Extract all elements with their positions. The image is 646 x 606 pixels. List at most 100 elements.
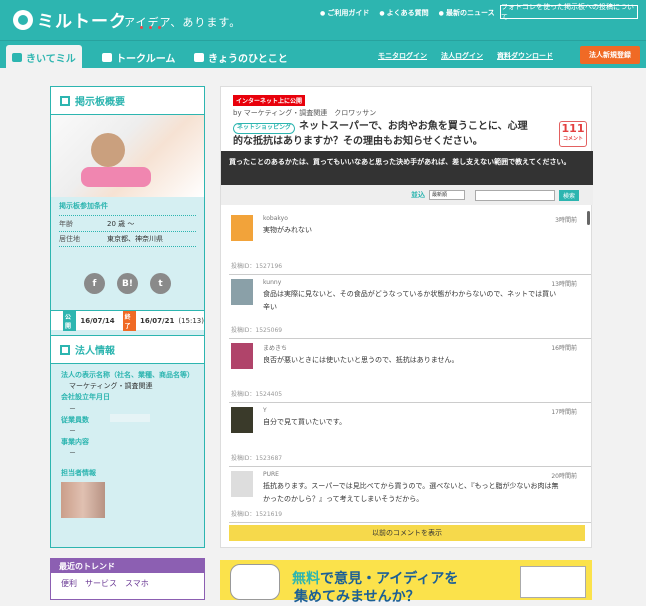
share-buttons: f B! t bbox=[51, 273, 204, 294]
post-header: インターネット上に公開 by マーケティング・調査関連 クロワッサン ネットショ… bbox=[221, 87, 593, 151]
tab-label: トークルーム bbox=[116, 53, 176, 65]
corp-register-button[interactable]: 法人新規登録 bbox=[580, 46, 640, 64]
comment-id: 投稿ID：1523687 bbox=[231, 455, 283, 462]
tab-talkroom[interactable]: トークルーム bbox=[96, 45, 181, 69]
comment-user: kobakyo bbox=[263, 215, 288, 222]
nav-links: モニタログイン 法人ログイン 資料ダウンロード bbox=[378, 51, 553, 61]
facebook-share-icon[interactable]: f bbox=[84, 273, 105, 294]
comment-item: kobakyo 3時間前実物がみれない投稿ID：1527196 bbox=[229, 211, 591, 275]
conditions-title: 掲示板参加条件 bbox=[59, 202, 108, 210]
comment-user: kunny bbox=[263, 279, 282, 286]
logo-text: ミルトーク bbox=[37, 12, 127, 32]
corp-info-heading: 法人情報 bbox=[51, 336, 204, 364]
corp-value: － bbox=[69, 449, 76, 458]
close-badge: 終了 bbox=[122, 310, 136, 331]
download-link[interactable]: 資料ダウンロード bbox=[497, 51, 553, 61]
comment-time: 17時間前 bbox=[551, 409, 577, 416]
trend-tags: 便利 サービス スマホ bbox=[51, 573, 204, 594]
corp-key: 事業内容 bbox=[61, 438, 89, 447]
trend-tag[interactable]: スマホ bbox=[125, 578, 149, 589]
open-date: 16/07/14 bbox=[80, 316, 115, 325]
user-avatar bbox=[231, 343, 253, 369]
promo-line1: 無料で意見・アイディアを bbox=[292, 568, 458, 588]
tab-label: きょうのひとこと bbox=[208, 53, 288, 65]
comment-item: まめきち 16時間前 良否が悪いときには使いたいと思うので、抵抗はありません。 投稿I… bbox=[229, 339, 591, 403]
corp-value: － bbox=[69, 426, 76, 435]
contact-name-blur bbox=[110, 414, 150, 422]
corp-login-link[interactable]: 法人ログイン bbox=[441, 51, 483, 61]
comment-count-label: コメント bbox=[562, 136, 583, 142]
board-overview-heading: 掲示板概要 bbox=[51, 87, 204, 115]
condition-key: 年齢 bbox=[59, 219, 73, 228]
trend-tag[interactable]: 便利 bbox=[61, 578, 77, 589]
guide-link[interactable]: ご利用ガイド bbox=[320, 8, 369, 18]
promo-banner[interactable]: 無料で意見・アイディアを 集めてみませんか？ bbox=[220, 560, 592, 605]
comment-id: 投稿ID：1527196 bbox=[231, 263, 283, 270]
hatena-share-icon[interactable]: B! bbox=[117, 273, 138, 294]
comment-item: PURE 20時間前抵抗あります。スーパーでは見比べてから買うので。選べないと、『… bbox=[229, 467, 591, 523]
comment-id: 投稿ID：1524405 bbox=[231, 391, 283, 398]
comment-body: 自分で見て買いたいです。 bbox=[263, 418, 347, 426]
comment-id: 投稿ID：1521619 bbox=[231, 511, 283, 518]
promo-line2: 集めてみませんか？ bbox=[294, 589, 420, 605]
photocolle-link[interactable]: フォトコレを使った掲示板への投稿について bbox=[500, 3, 638, 21]
corp-info: 法人情報 法人の表示名称（社名、業種、商品名等） マーケティング・調査関連 会社… bbox=[51, 335, 204, 518]
faq-link[interactable]: よくある質問 bbox=[379, 8, 429, 18]
trend-tag[interactable]: サービス bbox=[85, 578, 117, 589]
promo-free: 無料 bbox=[292, 571, 320, 587]
board-sidebar: 掲示板概要 掲示板参加条件 年齢 20 歳 〜 居住地 東京都、神奈川県 f B! … bbox=[50, 86, 205, 548]
comment-id: 投稿ID：1525069 bbox=[231, 327, 283, 334]
top-links: ご利用ガイド よくある質問 最新のニュース bbox=[320, 8, 495, 18]
search-input[interactable] bbox=[475, 189, 555, 201]
news-link[interactable]: 最新のニュース bbox=[439, 8, 495, 18]
comment-item: kunny 13時間前食品は実際に見ないと、その食品がどうなっているか状態がわから… bbox=[229, 275, 591, 339]
user-avatar bbox=[231, 471, 253, 497]
corp-key: 法人の表示名称（社名、業種、商品名等） bbox=[61, 371, 194, 379]
sort-select[interactable]: 最新順 bbox=[429, 190, 465, 200]
comment-user: PURE bbox=[263, 471, 279, 478]
comment-user: Y bbox=[263, 407, 267, 414]
tab-kiitemiru[interactable]: きいてミル bbox=[6, 45, 82, 69]
character-illustration bbox=[230, 564, 280, 600]
search-bar: 並込 最新順 検索 bbox=[221, 185, 593, 205]
board-photo bbox=[51, 115, 204, 197]
condition-row: 年齢 20 歳 〜 bbox=[59, 215, 196, 231]
scrollbar[interactable] bbox=[587, 211, 590, 225]
show-previous-comments-button[interactable]: 以前のコメントを表示 bbox=[229, 525, 585, 541]
board-dates: 公開 16/07/14 終了 16/07/21 (15:13) bbox=[51, 310, 204, 331]
post-author: by マーケティング・調査関連 クロワッサン bbox=[233, 109, 377, 117]
condition-key: 居住地 bbox=[59, 235, 80, 243]
user-avatar bbox=[231, 279, 253, 305]
chart-illustration bbox=[520, 566, 586, 598]
heading-text: 掲示板概要 bbox=[75, 97, 125, 108]
monitor-login-link[interactable]: モニタログイン bbox=[378, 51, 427, 61]
logo[interactable]: ミルトーク bbox=[13, 7, 127, 32]
comment-time: 13時間前 bbox=[551, 281, 577, 288]
trend-box: 最近のトレンド 便利 サービス スマホ bbox=[50, 558, 205, 600]
search-button[interactable]: 検索 bbox=[559, 189, 579, 201]
category-tag[interactable]: ネットショッピング bbox=[233, 123, 296, 134]
post-panel: インターネット上に公開 by マーケティング・調査関連 クロワッサン ネットショ… bbox=[220, 86, 593, 548]
comment-time: 3時間前 bbox=[555, 217, 577, 224]
condition-value: 東京都、神奈川県 bbox=[107, 235, 163, 243]
contact-avatar bbox=[61, 481, 105, 518]
megaphone-icon bbox=[194, 52, 204, 62]
comment-body: 食品は実際に見ないと、その食品がどうなっているか状態がわからないので、ネットでは… bbox=[263, 290, 557, 311]
user-avatar bbox=[231, 215, 253, 241]
tab-hitokoto[interactable]: きょうのひとこと bbox=[188, 45, 294, 69]
logo-mark-icon bbox=[13, 9, 33, 30]
comment-body: 実物がみれない bbox=[263, 226, 312, 234]
tagline-dots bbox=[140, 26, 161, 29]
tab-label: きいてミル bbox=[26, 53, 76, 65]
corp-key: 会社設立年月日 bbox=[61, 393, 110, 402]
contact-person-title: 担当者情報 bbox=[61, 468, 96, 477]
trend-title: 最近のトレンド bbox=[51, 559, 204, 573]
comment-time: 20時間前 bbox=[551, 473, 577, 480]
twitter-share-icon[interactable]: t bbox=[150, 273, 171, 294]
public-badge: インターネット上に公開 bbox=[233, 95, 306, 106]
comment-body: 抵抗あります。スーパーでは見比べてから買うので。選べないと、『もっと脂が少ないお… bbox=[263, 482, 559, 503]
close-date: 16/07/21 bbox=[140, 316, 175, 325]
post-description: 買ったことのあるかたは、買ってもいいなあと思った決め手があれば、差し支えない範囲… bbox=[221, 151, 593, 185]
site-header: ミルトーク アイデア、あります。 ご利用ガイド よくある質問 最新のニュース フ… bbox=[0, 0, 646, 40]
comment-list: kobakyo 3時間前実物がみれない投稿ID：1527196 kunny 13時間… bbox=[229, 211, 591, 523]
